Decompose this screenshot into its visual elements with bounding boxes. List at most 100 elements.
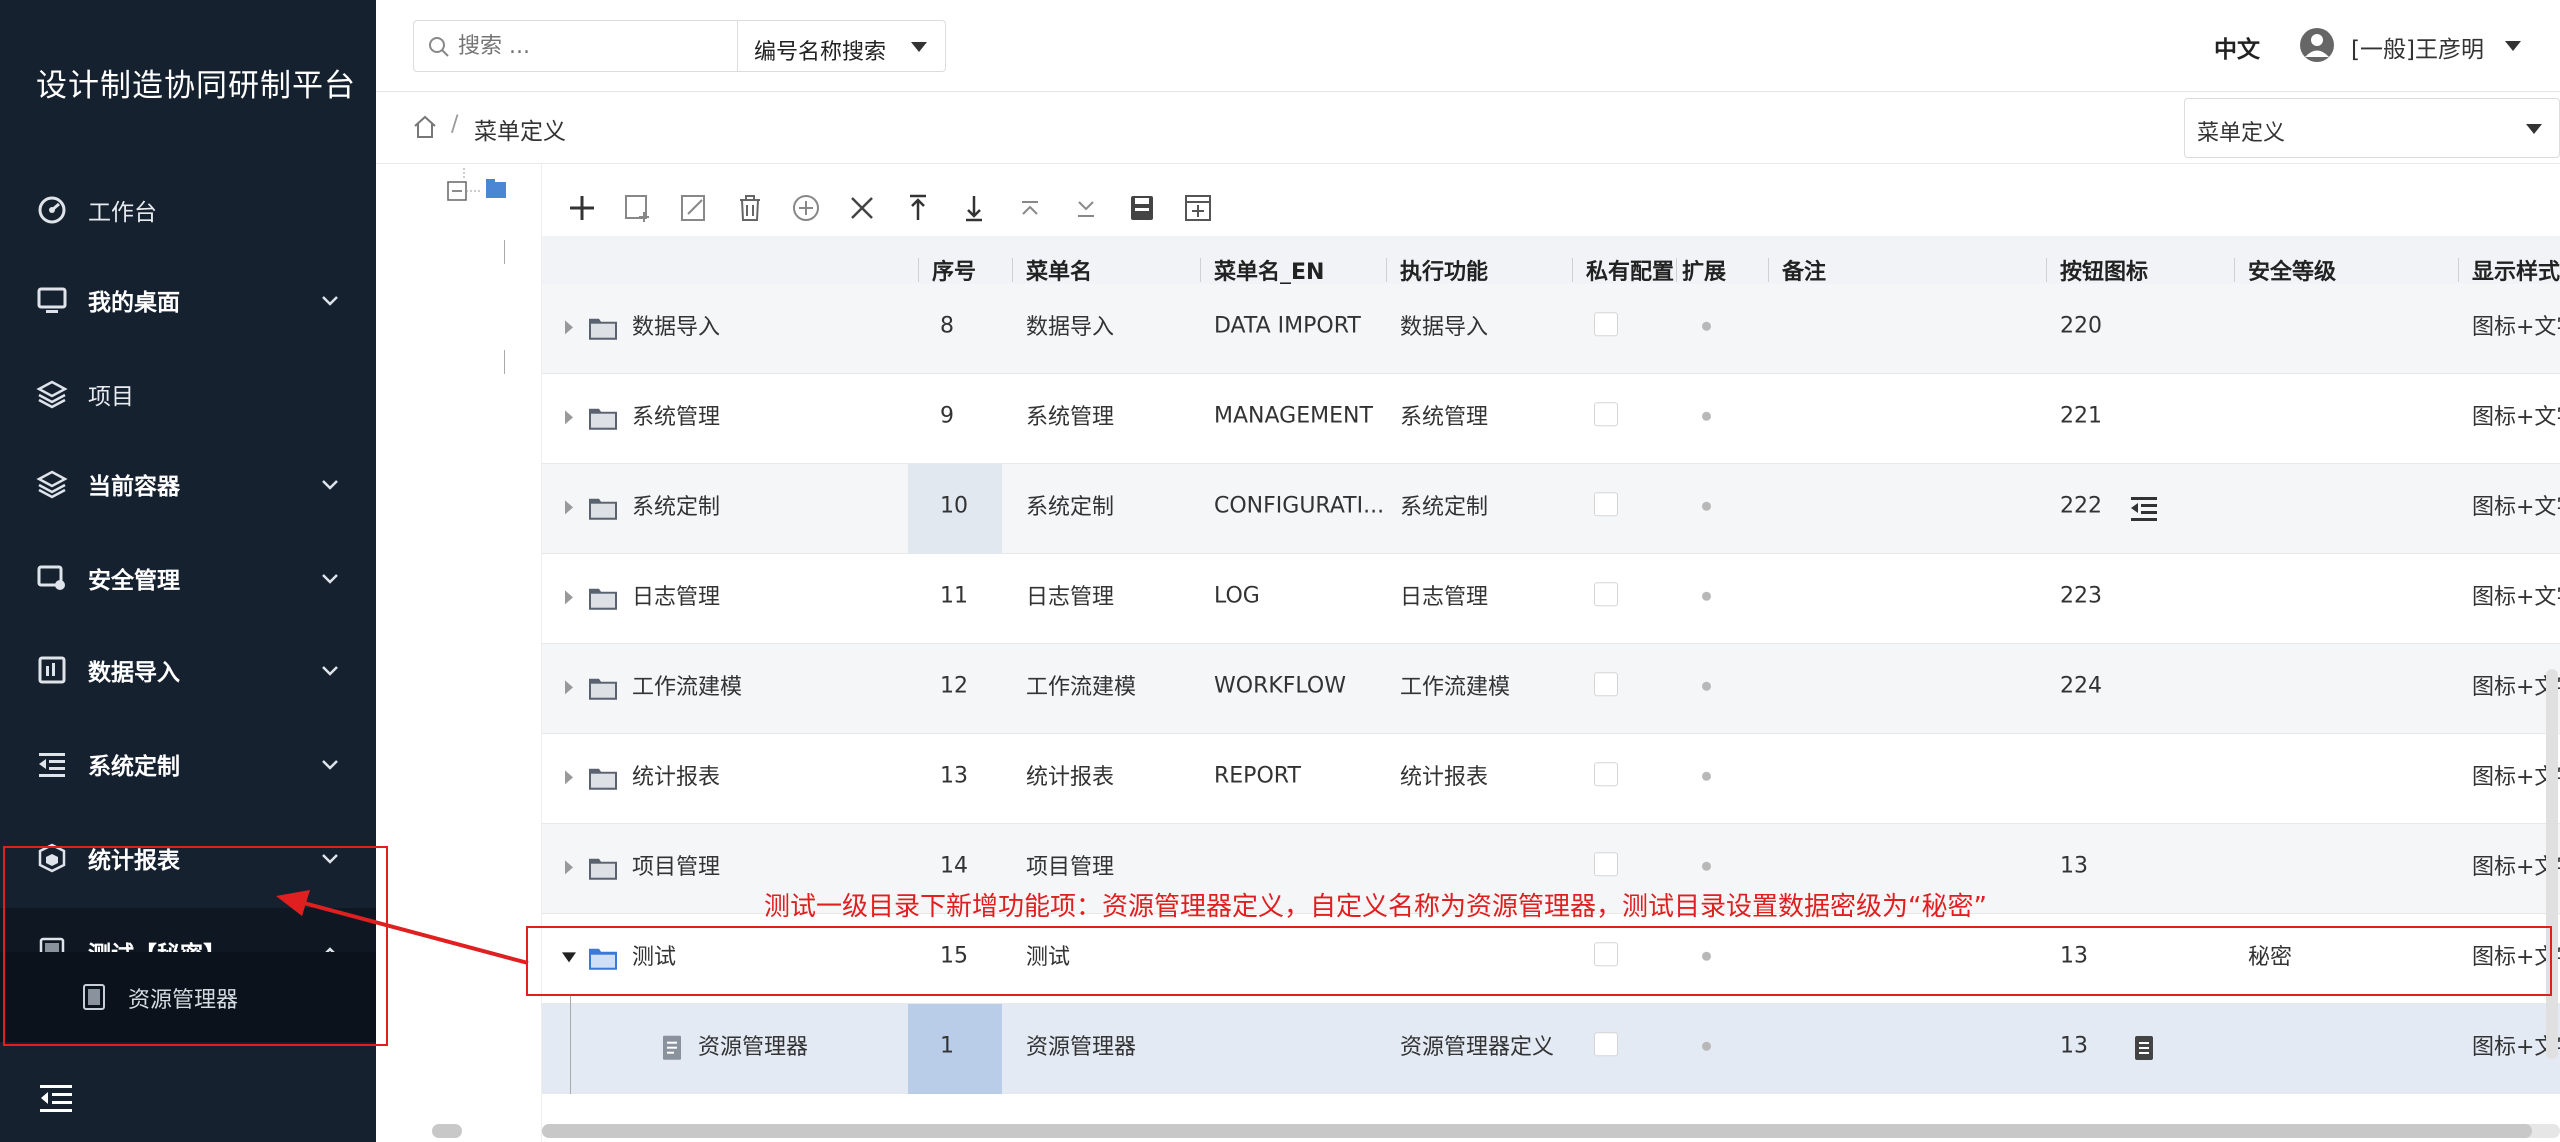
private-config-checkbox[interactable]: [1594, 671, 1618, 696]
column-separator: [918, 258, 919, 282]
caret-right-icon[interactable]: [562, 589, 576, 605]
sidebar-item-2[interactable]: 项目: [0, 350, 376, 438]
cell-button-icon-number: 222: [2060, 493, 2102, 518]
sidebar-item-5[interactable]: 数据导入: [0, 626, 376, 714]
delete-icon[interactable]: [734, 192, 766, 224]
table-row[interactable]: 系统管理 9 系统管理 MANAGEMENT 系统管理 221 图标+文字: [542, 374, 2560, 464]
table-row[interactable]: 日志管理 11 日志管理 LOG 日志管理 223 图标+文字: [542, 554, 2560, 644]
table-row[interactable]: 数据导入 8 数据导入 DATA IMPORT 数据导入 220 图标+文字: [542, 284, 2560, 374]
cell-function: 统计报表: [1400, 764, 1489, 790]
sidebar-item-4[interactable]: 安全管理: [0, 534, 376, 622]
private-config-checkbox[interactable]: [1594, 761, 1618, 786]
column-header-extension[interactable]: 扩展: [1682, 254, 1726, 286]
chevron-down-icon[interactable]: [2502, 36, 2524, 56]
column-separator: [1012, 258, 1013, 282]
column-header-name-en[interactable]: 菜单名_EN: [1214, 254, 1324, 286]
cell-function: 系统管理: [1400, 404, 1489, 430]
sidebar-item-6[interactable]: 系统定制: [0, 720, 376, 808]
scrollbar-thumb[interactable]: [542, 1124, 2532, 1138]
edit-icon[interactable]: [678, 192, 710, 224]
table-row[interactable]: 资源管理器1资源管理器资源管理器定义13图标+文字: [542, 994, 2560, 1094]
insert-icon[interactable]: [1182, 192, 1214, 224]
annotation-text: 测试一级目录下新增功能项：资源管理器定义，自定义名称为资源管理器，测试目录设置数…: [764, 892, 1987, 922]
tree-pane-scrollbar[interactable]: [432, 1124, 462, 1138]
private-config-checkbox[interactable]: [1594, 851, 1618, 876]
tree-root-node-icon[interactable]: [446, 168, 516, 208]
selected-cell-highlight[interactable]: [908, 1004, 1002, 1094]
column-header-seq[interactable]: 序号: [932, 254, 976, 286]
save-icon[interactable]: [1126, 192, 1158, 224]
sidebar-item-label: 当前容器: [88, 474, 180, 500]
chevron-down-icon[interactable]: [318, 658, 342, 682]
vertical-scrollbar[interactable]: [2546, 669, 2558, 1059]
close-icon[interactable]: [846, 192, 878, 224]
column-header-style[interactable]: 显示样式: [2472, 254, 2560, 286]
cell-seq: 12: [940, 673, 968, 698]
cell-name-en: DATA IMPORT: [1214, 313, 1361, 338]
folder-icon: [589, 498, 617, 520]
column-header-name[interactable]: 菜单名: [1026, 254, 1092, 286]
caret-right-icon[interactable]: [562, 409, 576, 425]
add-circle-icon[interactable]: [790, 192, 822, 224]
column-header-button-icon[interactable]: 按钮图标: [2060, 254, 2148, 286]
private-config-checkbox[interactable]: [1594, 581, 1618, 606]
column-separator: [1386, 258, 1387, 282]
caret-right-icon[interactable]: [562, 859, 576, 875]
sidebar-item-0[interactable]: 工作台: [0, 166, 376, 254]
add-child-icon[interactable]: [622, 192, 654, 224]
table-row[interactable]: 系统定制 10 系统定制 CONFIGURATI... 系统定制 222 图标+文字: [542, 464, 2560, 554]
table-row[interactable]: 统计报表13统计报表REPORT统计报表图标+文字: [542, 734, 2560, 824]
user-name[interactable]: [一般]王彦明: [2351, 30, 2484, 64]
search-box: [413, 20, 738, 72]
chevron-down-icon[interactable]: [318, 288, 342, 312]
column-header-security[interactable]: 安全等级: [2248, 254, 2336, 286]
move-bottom-icon[interactable]: [958, 192, 990, 224]
caret-right-icon[interactable]: [562, 679, 576, 695]
app-title: 设计制造协同研制平台: [36, 68, 356, 104]
private-config-checkbox[interactable]: [1594, 1031, 1618, 1056]
dashboard-icon: [38, 196, 66, 224]
document-icon: [2135, 1036, 2153, 1060]
caret-right-icon[interactable]: [562, 319, 576, 335]
chevron-down-icon: [2526, 124, 2542, 134]
column-separator: [1768, 258, 1769, 282]
column-header-function[interactable]: 执行功能: [1400, 254, 1488, 286]
search-mode-value: 编号名称搜索: [754, 40, 887, 65]
tree-node-label: 工作流建模: [632, 674, 743, 700]
cell-name-en: WORKFLOW: [1214, 673, 1346, 698]
home-icon[interactable]: [412, 114, 438, 140]
chevron-down-icon[interactable]: [318, 472, 342, 496]
move-down-icon[interactable]: [1070, 192, 1102, 224]
table-row[interactable]: 工作流建模12工作流建模WORKFLOW工作流建模224图标+文字: [542, 644, 2560, 734]
chevron-down-icon[interactable]: [318, 752, 342, 776]
private-config-checkbox[interactable]: [1594, 401, 1618, 426]
caret-right-icon[interactable]: [562, 499, 576, 515]
menu-select[interactable]: 菜单定义: [2184, 98, 2560, 158]
chevron-down-icon[interactable]: [318, 566, 342, 590]
private-config-checkbox[interactable]: [1594, 311, 1618, 336]
extension-dot: [1702, 411, 1711, 421]
search-mode-select[interactable]: 编号名称搜索: [738, 20, 946, 72]
sidebar-item-3[interactable]: 当前容器: [0, 440, 376, 528]
user-avatar-icon[interactable]: [2298, 26, 2336, 64]
column-separator: [1200, 258, 1201, 282]
language-switch[interactable]: 中文: [2214, 30, 2260, 64]
top-bar: 编号名称搜索 中文 [一般]王彦明: [376, 0, 2560, 92]
move-up-icon[interactable]: [1014, 192, 1046, 224]
column-header-private[interactable]: 私有配置: [1586, 254, 1674, 286]
horizontal-scrollbar[interactable]: [542, 1124, 2560, 1138]
move-top-icon[interactable]: [902, 192, 934, 224]
private-config-checkbox[interactable]: [1594, 491, 1618, 516]
extension-dot: [1702, 771, 1711, 781]
collapse-menu-icon[interactable]: [38, 1080, 74, 1116]
column-header-remark[interactable]: 备注: [1782, 254, 1826, 286]
annotation-box-sidebar: [3, 846, 388, 1046]
search-input[interactable]: [458, 27, 728, 65]
folder-icon: [589, 858, 617, 880]
sidebar-item-label: 工作台: [88, 200, 157, 226]
cell-name: 工作流建模: [1026, 674, 1137, 700]
add-icon[interactable]: [566, 192, 598, 224]
caret-right-icon[interactable]: [562, 769, 576, 785]
sidebar-item-1[interactable]: 我的桌面: [0, 256, 376, 344]
desktop-icon: [37, 287, 67, 313]
